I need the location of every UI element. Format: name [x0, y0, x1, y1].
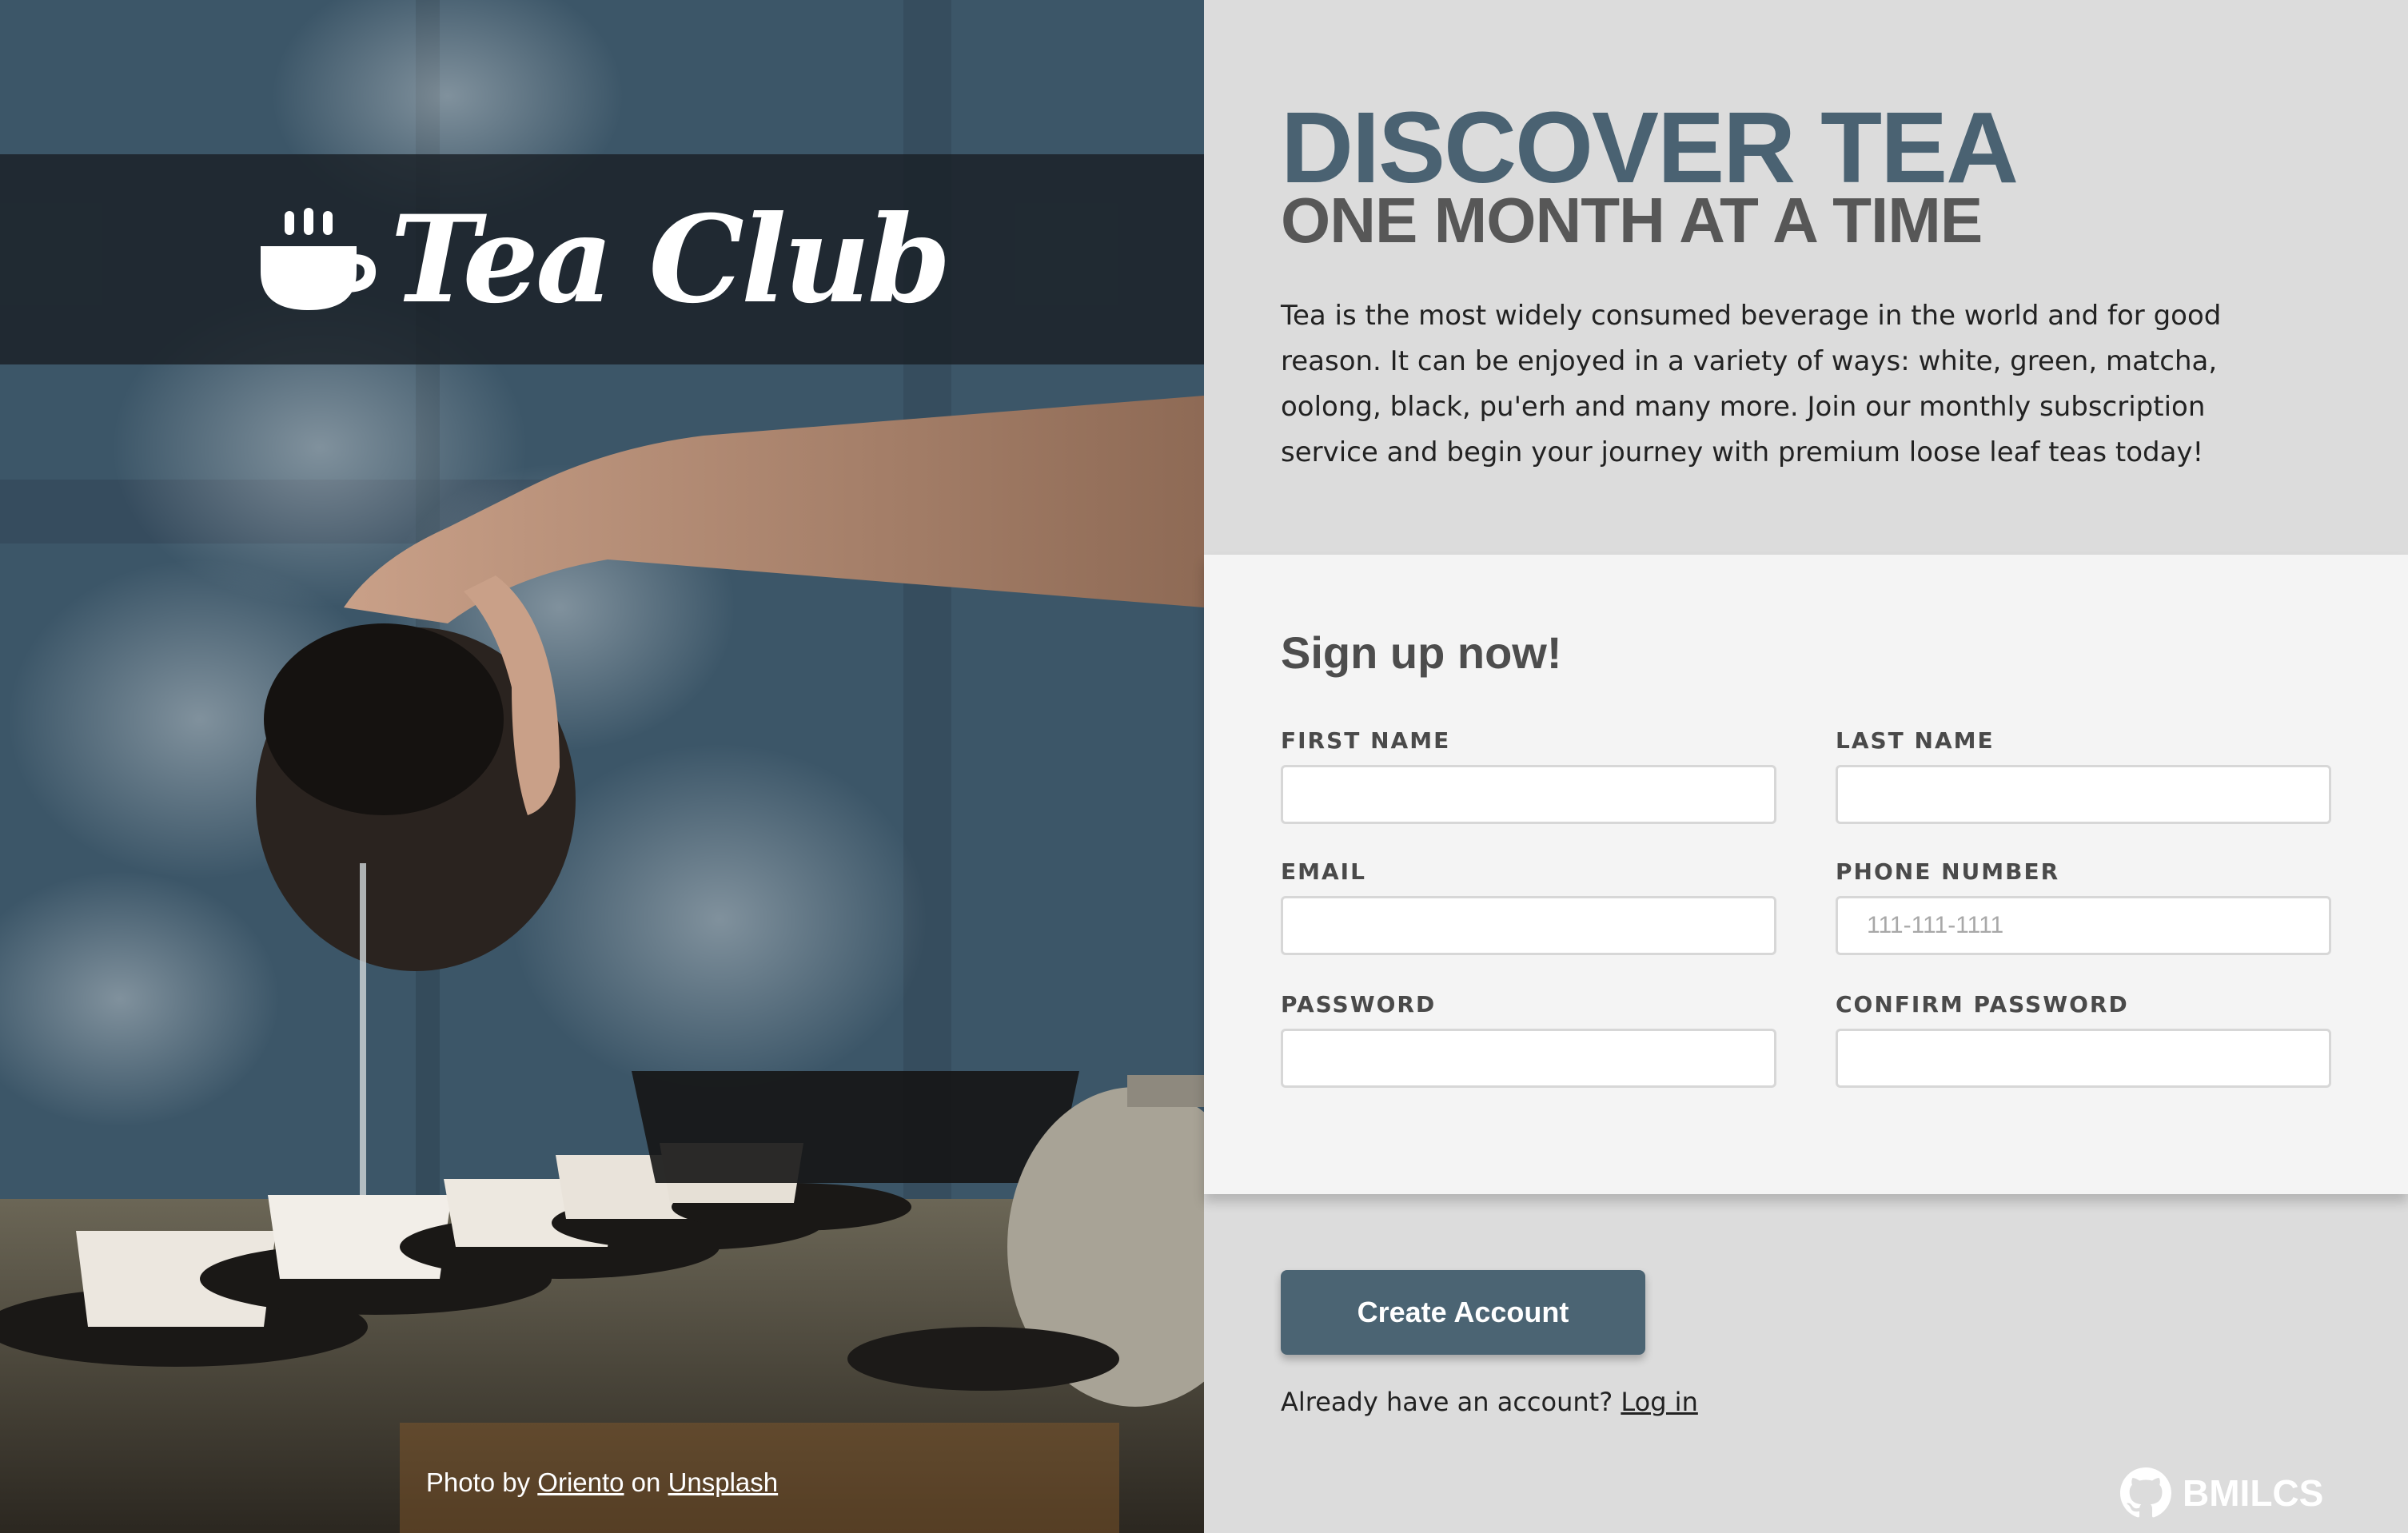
- first-name-label: FIRST NAME: [1281, 727, 1451, 754]
- confirm-password-group: CONFIRM PASSWORD: [1836, 991, 2331, 1088]
- first-name-field[interactable]: [1281, 765, 1776, 824]
- logo-banner: Tea Club: [0, 154, 1204, 364]
- hero-panel: Tea Club Photo by Oriento on Unsplash: [0, 0, 1204, 1533]
- brand-text: BMILCS: [2183, 1472, 2324, 1514]
- create-account-button[interactable]: Create Account: [1281, 1270, 1645, 1355]
- phone-group: PHONE NUMBER: [1836, 858, 2331, 955]
- email-group: EMAIL: [1281, 858, 1776, 955]
- phone-label: PHONE NUMBER: [1836, 858, 2060, 885]
- intro-paragraph: Tea is the most widely consumed beverage…: [1281, 300, 2222, 468]
- login-prompt-text: Already have an account?: [1281, 1387, 1613, 1417]
- last-name-field[interactable]: [1836, 765, 2331, 824]
- teacup-icon: [261, 207, 377, 310]
- credit-middle: on: [631, 1467, 661, 1497]
- page-headline: DISCOVER TEA: [1281, 91, 2019, 204]
- confirm-password-label: CONFIRM PASSWORD: [1836, 991, 2129, 1017]
- password-group: PASSWORD: [1281, 991, 1776, 1088]
- logo-text: Tea Club: [390, 189, 951, 330]
- credit-prefix: Photo by: [425, 1467, 531, 1497]
- email-field[interactable]: [1281, 896, 1776, 955]
- phone-field[interactable]: [1836, 896, 2331, 955]
- email-label: EMAIL: [1281, 858, 1366, 885]
- photo-credit: Photo by Oriento on Unsplash: [0, 1467, 1204, 1498]
- signup-form: Sign up now! FIRST NAME LAST NAME EMAIL …: [1204, 555, 2408, 1194]
- confirm-password-field[interactable]: [1836, 1029, 2331, 1088]
- signup-content: DISCOVER TEA ONE MONTH AT A TIME Tea is …: [1204, 0, 2408, 1533]
- brand-link[interactable]: BMILCS: [2120, 1467, 2323, 1519]
- last-name-label: LAST NAME: [1836, 727, 1995, 754]
- form-title: Sign up now!: [1281, 627, 1562, 678]
- password-label: PASSWORD: [1281, 991, 1437, 1017]
- login-prompt: Already have an account? Log in: [1281, 1387, 1698, 1417]
- github-icon: [2120, 1467, 2171, 1518]
- credit-site-link[interactable]: Unsplash: [668, 1467, 779, 1497]
- login-link[interactable]: Log in: [1621, 1387, 1698, 1417]
- first-name-group: FIRST NAME: [1281, 727, 1776, 824]
- credit-author-link[interactable]: Oriento: [537, 1467, 624, 1497]
- last-name-group: LAST NAME: [1836, 727, 2331, 824]
- page-subheadline: ONE MONTH AT A TIME: [1281, 185, 1983, 256]
- password-field[interactable]: [1281, 1029, 1776, 1088]
